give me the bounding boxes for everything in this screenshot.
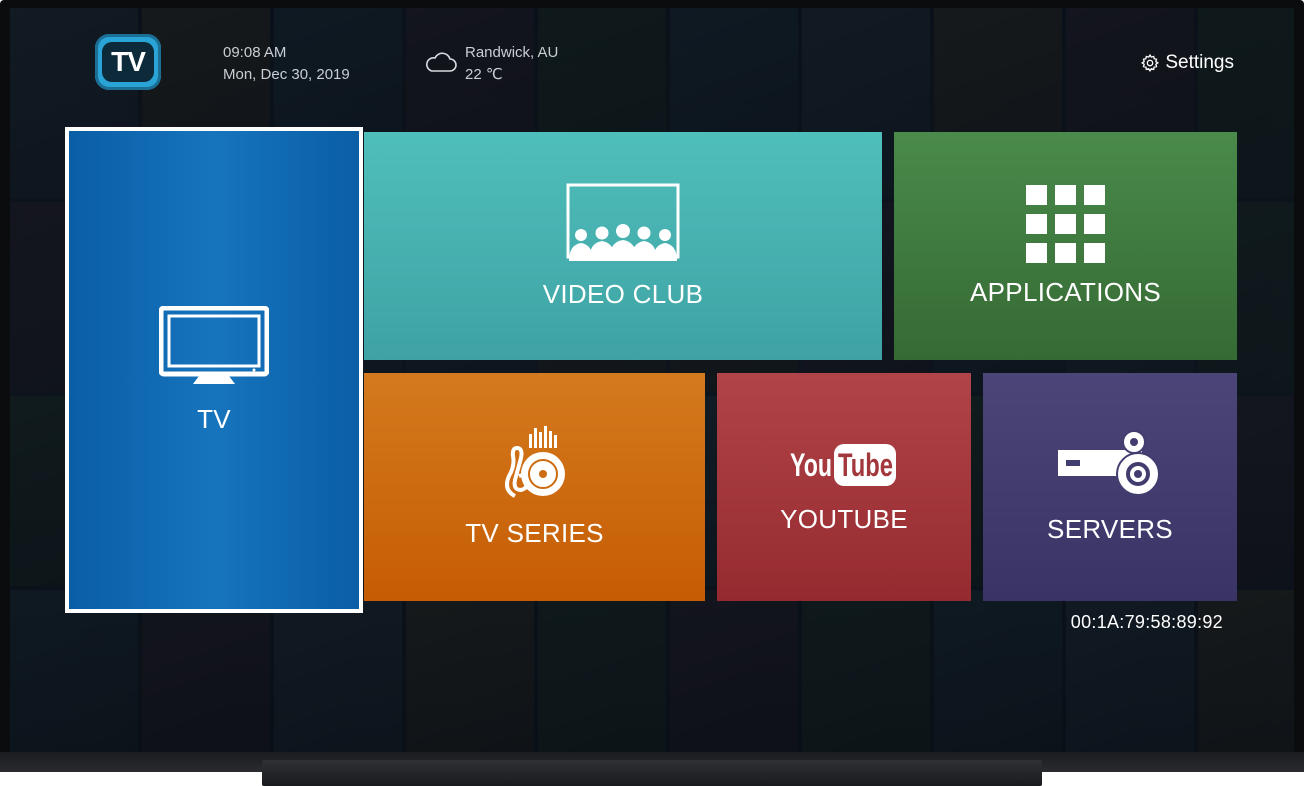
tile-tv[interactable]: TV [65, 127, 363, 613]
tile-video-club-label: VIDEO CLUB [542, 278, 704, 309]
tv-monitor-icon [159, 305, 269, 384]
tile-tv-series[interactable]: TV SERIES [364, 373, 705, 601]
tile-servers-label: SERVERS [1047, 513, 1173, 544]
tile-applications-label: APPLICATIONS [970, 276, 1161, 307]
gear-icon [1141, 53, 1160, 72]
app-logo: TV [95, 34, 161, 90]
tile-tv-series-label: TV SERIES [465, 517, 604, 548]
music-disc-icon [504, 425, 565, 498]
cinema-audience-icon [566, 183, 680, 261]
tile-video-club[interactable]: VIDEO CLUB [364, 132, 882, 360]
tile-youtube[interactable]: You Tube YOUTUBE [717, 373, 971, 601]
youtube-logo-icon: You Tube [790, 443, 896, 486]
tv-stand [262, 760, 1042, 786]
tile-tv-label: TV [197, 403, 231, 434]
header-bar: TV 09:08 AM Mon, Dec 30, 2019 Randwick, … [10, 8, 1294, 118]
tile-applications[interactable]: APPLICATIONS [894, 132, 1237, 360]
cloud-icon [426, 52, 457, 72]
tile-youtube-label: YOUTUBE [780, 503, 908, 534]
app-grid-icon [1025, 184, 1105, 263]
tv-screen: TV 09:08 AM Mon, Dec 30, 2019 Randwick, … [10, 8, 1294, 752]
settings-label: Settings [1165, 52, 1234, 73]
weather-widget: Randwick, AU 22 ℃ [424, 42, 558, 86]
youtube-logo-you: You [790, 447, 832, 483]
settings-button[interactable]: Settings [1140, 52, 1234, 74]
tile-servers[interactable]: SERVERS [983, 373, 1237, 601]
mac-address: 00:1A:79:58:89:92 [1070, 612, 1223, 632]
server-gears-icon [1058, 429, 1160, 496]
app-logo-text: TV [102, 42, 154, 82]
date-text: Mon, Dec 30, 2019 [223, 66, 350, 83]
clock: 09:08 AM Mon, Dec 30, 2019 [223, 42, 350, 86]
youtube-logo-tube: Tube [838, 447, 893, 483]
location-text: Randwick, AU [465, 44, 559, 61]
temperature-text: 22 ℃ [465, 66, 503, 83]
time-text: 09:08 AM [223, 44, 287, 61]
